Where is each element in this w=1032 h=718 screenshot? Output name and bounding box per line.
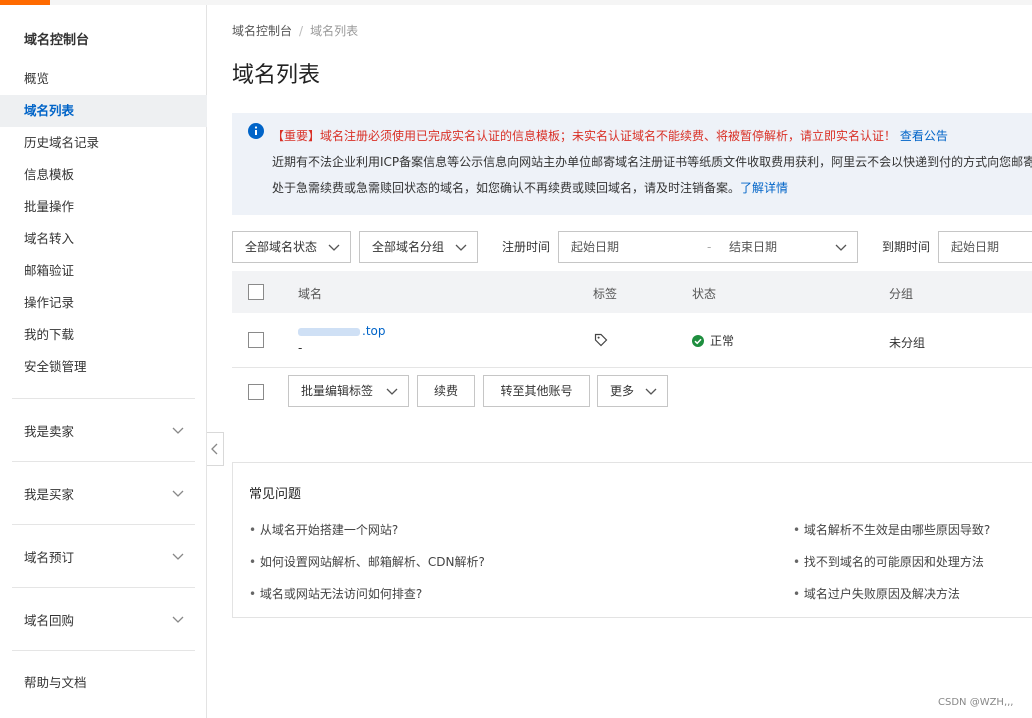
- bulk-edit-tags-select[interactable]: 批量编辑标签: [288, 375, 409, 407]
- chevron-left-icon: [211, 443, 218, 455]
- sidebar-item-downloads[interactable]: 我的下载: [0, 319, 207, 351]
- group-cell: 未分组: [889, 336, 926, 350]
- sidebar-group-label: 域名预订: [24, 550, 75, 565]
- help-docs-link[interactable]: 帮助与文档: [24, 672, 87, 691]
- sidebar-group-label: 我是卖家: [24, 424, 75, 439]
- chevron-down-icon: [172, 553, 184, 560]
- notice-line-3-text: 处于急需续费或急需赎回状态的域名，如您确认不再续费或赎回域名，请及时注销备案。: [272, 181, 741, 195]
- bulk-select-checkbox[interactable]: [248, 384, 264, 400]
- bulk-edit-tags-label: 批量编辑标签: [301, 384, 374, 398]
- column-header-status: 状态: [692, 287, 717, 301]
- chevron-down-icon: [455, 244, 467, 251]
- more-actions-select[interactable]: 更多: [597, 375, 668, 407]
- faq-link[interactable]: 找不到域名的可能原因和处理方法: [793, 553, 984, 570]
- sidebar-group-buyer[interactable]: 我是买家: [12, 461, 195, 524]
- status-cell: 正常: [692, 332, 734, 349]
- sidebar-item-batch[interactable]: 批量操作: [0, 191, 207, 223]
- faq-title: 常见问题: [249, 487, 302, 502]
- faq-link[interactable]: 域名或网站无法访问如何排查?: [249, 585, 422, 602]
- notice-important-prefix: 【重要】: [272, 129, 321, 143]
- faq-link[interactable]: 从域名开始搭建一个网站?: [249, 521, 398, 538]
- redacted-domain: [298, 327, 360, 336]
- notice-line-1-text: 域名注册必须使用已完成实名认证的信息模板；未实名认证域名不能续费、将被暂停解析，…: [320, 129, 897, 143]
- sidebar-group-label: 域名回购: [24, 613, 75, 628]
- sidebar-group-seller[interactable]: 我是卖家: [12, 398, 195, 461]
- info-icon: [248, 123, 264, 139]
- status-filter-value: 全部域名状态: [245, 240, 318, 254]
- sidebar-group-preorder[interactable]: 域名预订: [12, 524, 195, 587]
- faq-link[interactable]: 如何设置网站解析、邮箱解析、CDN解析?: [249, 553, 485, 570]
- column-header-tags: 标签: [593, 287, 618, 301]
- notice-line-1: 【重要】域名注册必须使用已完成实名认证的信息模板；未实名认证域名不能续费、将被暂…: [272, 127, 948, 144]
- domain-name-link[interactable]: .top: [298, 324, 385, 338]
- column-header-group: 分组: [889, 287, 914, 301]
- breadcrumb-separator: /: [299, 24, 304, 38]
- domain-sub-info: -: [298, 341, 303, 355]
- table-row: .top - 正常 未分组: [232, 313, 1032, 368]
- chevron-down-icon: [386, 388, 398, 395]
- status-filter-select[interactable]: 全部域名状态: [232, 231, 351, 263]
- sidebar-group-label: 我是买家: [24, 487, 75, 502]
- chevron-down-icon: [835, 244, 847, 251]
- sidebar-item-transfer-in[interactable]: 域名转入: [0, 223, 207, 255]
- table-header: 域名 标签 状态 分组: [232, 271, 1032, 313]
- breadcrumb-root[interactable]: 域名控制台: [232, 24, 292, 38]
- reg-date-range-picker[interactable]: 起始日期 - 结束日期: [558, 231, 858, 263]
- notice-line-2: 近期有不法企业利用ICP备案信息等公示信息向网站主办单位邮寄域名注册证书等纸质文…: [272, 155, 1032, 169]
- tag-icon[interactable]: [594, 333, 608, 347]
- faq-link[interactable]: 域名过户失败原因及解决方法: [793, 585, 960, 602]
- chevron-down-icon: [172, 490, 184, 497]
- sidebar-item-security-lock[interactable]: 安全锁管理: [0, 351, 207, 383]
- group-filter-value: 全部域名分组: [372, 240, 445, 254]
- transfer-account-button[interactable]: 转至其他账号: [483, 375, 590, 407]
- group-filter-select[interactable]: 全部域名分组: [359, 231, 478, 263]
- sidebar-item-operation-log[interactable]: 操作记录: [0, 287, 207, 319]
- renew-button[interactable]: 续费: [417, 375, 475, 407]
- select-all-checkbox[interactable]: [248, 284, 264, 300]
- chevron-down-icon: [328, 244, 340, 251]
- chevron-down-icon: [645, 388, 657, 395]
- notice-details-link[interactable]: 了解详情: [740, 181, 788, 195]
- chevron-down-icon: [172, 427, 184, 434]
- expire-time-label: 到期时间: [882, 240, 931, 254]
- notice-line-3: 处于急需续费或急需赎回状态的域名，如您确认不再续费或赎回域名，请及时注销备案。了…: [272, 179, 788, 196]
- reg-time-label: 注册时间: [502, 240, 551, 254]
- status-text: 正常: [710, 334, 735, 348]
- faq-panel: 常见问题 从域名开始搭建一个网站? 如何设置网站解析、邮箱解析、CDN解析? 域…: [232, 462, 1032, 618]
- sidebar-item-history[interactable]: 历史域名记录: [0, 127, 207, 159]
- chevron-down-icon: [172, 616, 184, 623]
- faq-link[interactable]: 域名解析不生效是由哪些原因导致?: [793, 521, 990, 538]
- date-range-separator: -: [707, 240, 712, 254]
- sidebar-item-domain-list[interactable]: 域名列表: [0, 95, 207, 127]
- notice-announcement-link[interactable]: 查看公告: [900, 129, 948, 143]
- sidebar-item-templates[interactable]: 信息模板: [0, 159, 207, 191]
- expire-start-date[interactable]: 起始日期: [938, 231, 1032, 263]
- sidebar-item-overview[interactable]: 概览: [0, 63, 207, 95]
- page-title: 域名列表: [232, 63, 321, 88]
- breadcrumb: 域名控制台 / 域名列表: [232, 22, 358, 39]
- reg-start-date[interactable]: 起始日期: [571, 232, 619, 262]
- column-header-domain: 域名: [298, 287, 323, 301]
- sidebar-item-email-verify[interactable]: 邮箱验证: [0, 255, 207, 287]
- sidebar-collapse-toggle[interactable]: [207, 432, 224, 466]
- more-actions-label: 更多: [610, 384, 635, 398]
- notice-banner: 【重要】域名注册必须使用已完成实名认证的信息模板；未实名认证域名不能续费、将被暂…: [232, 113, 1032, 215]
- row-checkbox[interactable]: [248, 332, 264, 348]
- watermark: CSDN @WZH,,,: [938, 697, 1014, 708]
- sidebar-divider: [12, 650, 195, 651]
- breadcrumb-current: 域名列表: [310, 24, 359, 38]
- sidebar-title: 域名控制台: [24, 33, 90, 48]
- reg-end-date[interactable]: 结束日期: [729, 232, 777, 262]
- sidebar: 域名控制台 概览 域名列表 历史域名记录 信息模板 批量操作 域名转入 邮箱验证…: [0, 5, 207, 718]
- sidebar-group-buyback[interactable]: 域名回购: [12, 587, 195, 650]
- success-check-icon: [692, 335, 704, 347]
- domain-suffix: .top: [362, 324, 386, 338]
